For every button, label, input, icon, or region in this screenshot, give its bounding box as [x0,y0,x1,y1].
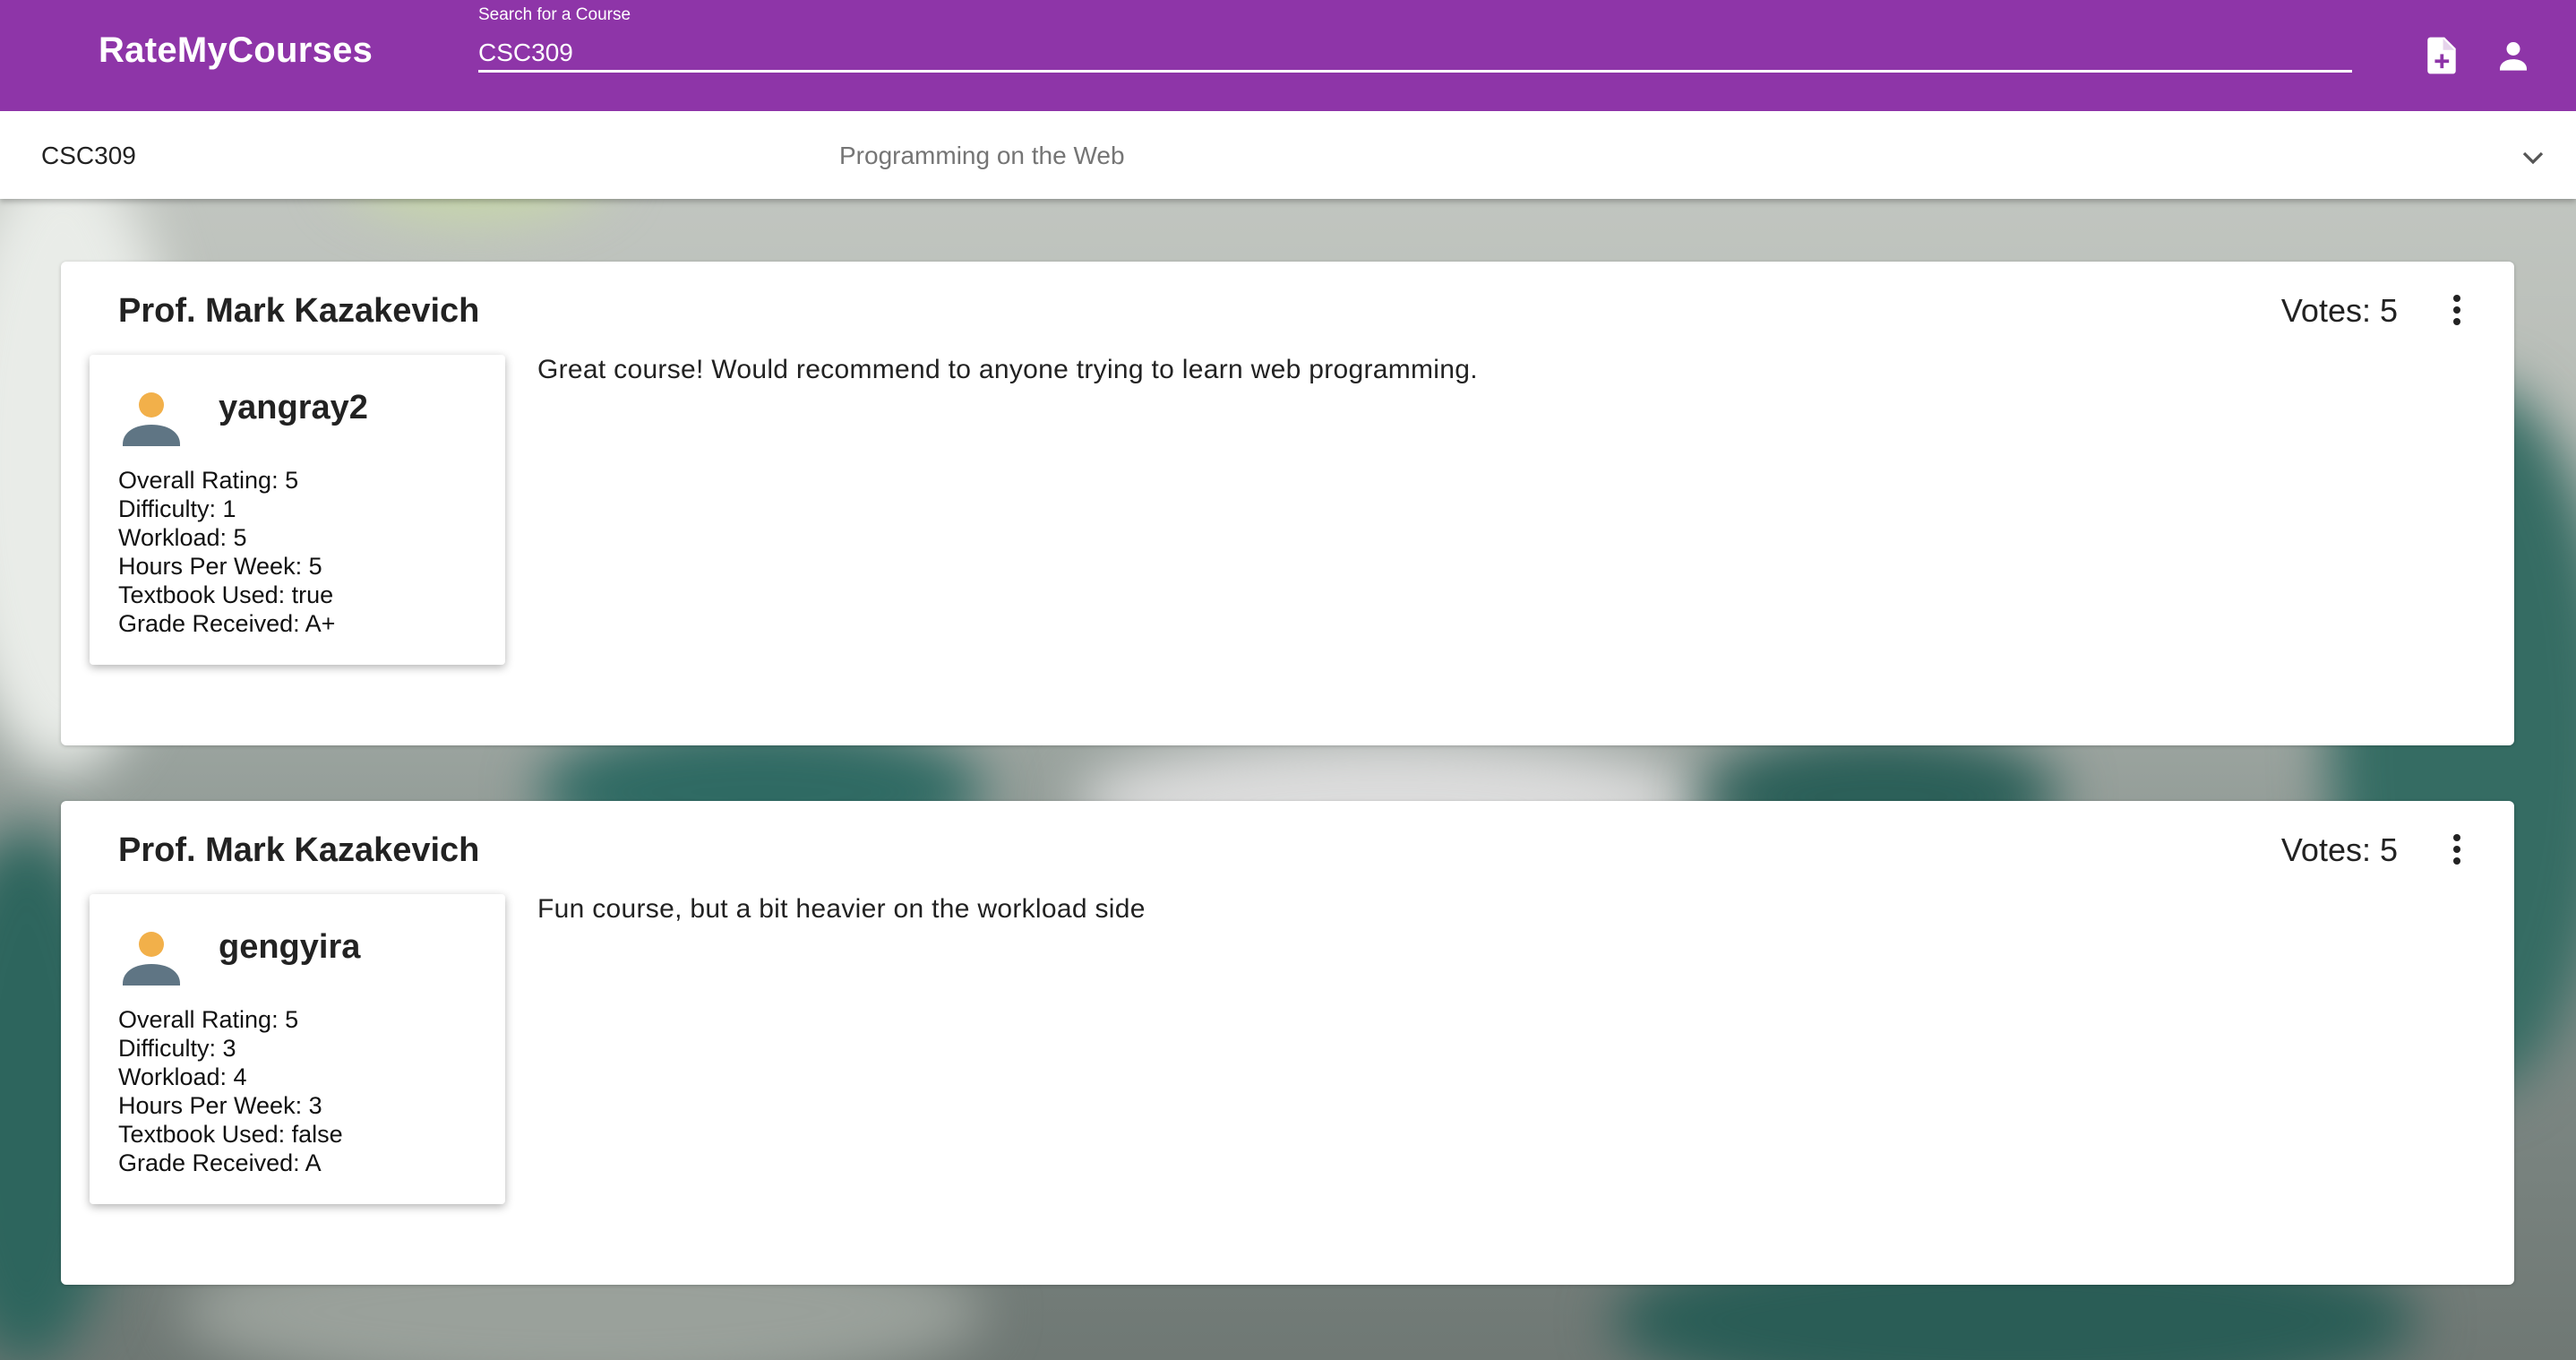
course-summary-row[interactable]: CSC309 Programming on the Web [0,111,2576,199]
add-note-icon [2427,37,2456,74]
review-card: Prof. Mark Kazakevich Votes: 5 gengyira … [61,801,2514,1285]
reviewer-username: gengyira [219,928,361,966]
account-icon [2500,42,2527,71]
reviewer-card: yangray2 Overall Rating: 5 Difficulty: 1… [90,355,505,665]
search-label: Search for a Course [478,5,631,24]
stat-grade-received: Grade Received: A+ [118,610,336,637]
account-button[interactable] [2490,32,2537,79]
reviewer-stats: Overall Rating: 5 Difficulty: 1 Workload… [118,466,335,638]
stat-hours-per-week: Hours Per Week: 3 [118,1092,322,1119]
review-comment: Fun course, but a bit heavier on the wor… [537,894,1146,924]
stat-grade-received: Grade Received: A [118,1149,322,1176]
more-options-button[interactable] [2435,828,2478,871]
review-card: Prof. Mark Kazakevich Votes: 5 yangray2 … [61,262,2514,745]
expand-button[interactable] [2515,140,2551,176]
stat-overall-rating: Overall Rating: 5 [118,467,299,494]
brand-title[interactable]: RateMyCourses [99,30,373,71]
user-avatar-icon [123,932,180,986]
stat-workload: Workload: 5 [118,524,247,551]
stat-textbook-used: Textbook Used: false [118,1121,343,1148]
search-field[interactable]: Search for a Course [478,5,2352,73]
more-vert-icon [2453,834,2460,865]
reviewer-username: yangray2 [219,389,368,426]
user-avatar-icon [123,392,180,446]
stat-hours-per-week: Hours Per Week: 5 [118,553,322,580]
course-name: Programming on the Web [839,142,1125,169]
votes-count: Votes: 5 [2280,292,2398,329]
stat-difficulty: Difficulty: 3 [118,1035,236,1062]
reviewer-card: gengyira Overall Rating: 5 Difficulty: 3… [90,894,505,1204]
more-vert-icon [2453,295,2460,325]
course-code: CSC309 [41,142,136,169]
chevron-down-icon [2522,151,2544,165]
votes-count: Votes: 5 [2280,831,2398,868]
search-input[interactable] [478,36,2352,73]
reviewer-stats: Overall Rating: 5 Difficulty: 3 Workload… [118,1005,343,1177]
professor-name: Prof. Mark Kazakevich [118,831,480,869]
stat-overall-rating: Overall Rating: 5 [118,1006,299,1033]
add-review-button[interactable] [2418,32,2465,79]
review-comment: Great course! Would recommend to anyone … [537,355,1478,384]
app-bar: RateMyCourses Search for a Course [0,0,2576,111]
more-options-button[interactable] [2435,288,2478,331]
stat-workload: Workload: 4 [118,1063,247,1090]
stat-difficulty: Difficulty: 1 [118,495,236,522]
stat-textbook-used: Textbook Used: true [118,581,334,608]
professor-name: Prof. Mark Kazakevich [118,292,480,330]
